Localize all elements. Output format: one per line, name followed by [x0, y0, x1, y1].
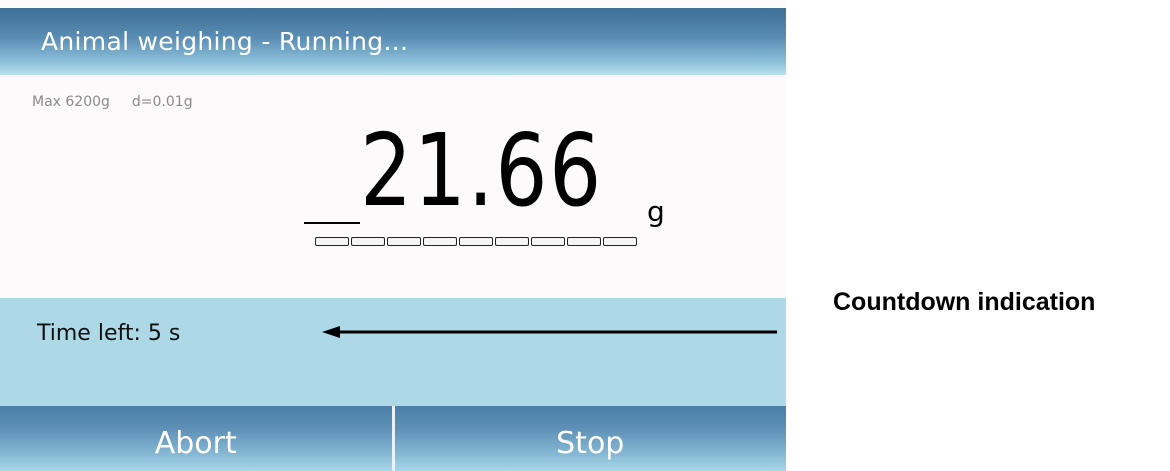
action-bar: Abort Stop	[0, 406, 786, 471]
stability-segment	[495, 237, 529, 246]
title-bar: Animal weighing - Running...	[0, 8, 786, 75]
countdown-panel	[0, 298, 786, 406]
stability-segment	[387, 237, 421, 246]
stability-segment	[567, 237, 601, 246]
stability-segment	[315, 237, 349, 246]
stability-indicator	[315, 237, 637, 247]
stability-segment	[423, 237, 457, 246]
countdown-annotation: Countdown indication	[833, 288, 1096, 316]
max-capacity-label: Max 6200g	[32, 94, 110, 110]
page-title: Animal weighing - Running...	[41, 27, 409, 56]
abort-button[interactable]: Abort	[0, 406, 392, 471]
weight-unit: g	[647, 195, 665, 228]
resolution-label: d=0.01g	[131, 94, 193, 110]
stability-segment	[603, 237, 637, 246]
reading-underscore	[304, 222, 360, 224]
weight-reading: 21.66	[360, 112, 603, 229]
capacity-info: Max 6200g d=0.01g	[32, 94, 215, 110]
stop-button[interactable]: Stop	[394, 406, 786, 471]
countdown-arrow-icon	[322, 326, 777, 338]
stability-segment	[351, 237, 385, 246]
stability-segment	[459, 237, 493, 246]
stability-segment	[531, 237, 565, 246]
countdown-text: Time left: 5 s	[37, 321, 181, 346]
scale-screen: Animal weighing - Running... Max 6200g d=…	[0, 0, 786, 471]
